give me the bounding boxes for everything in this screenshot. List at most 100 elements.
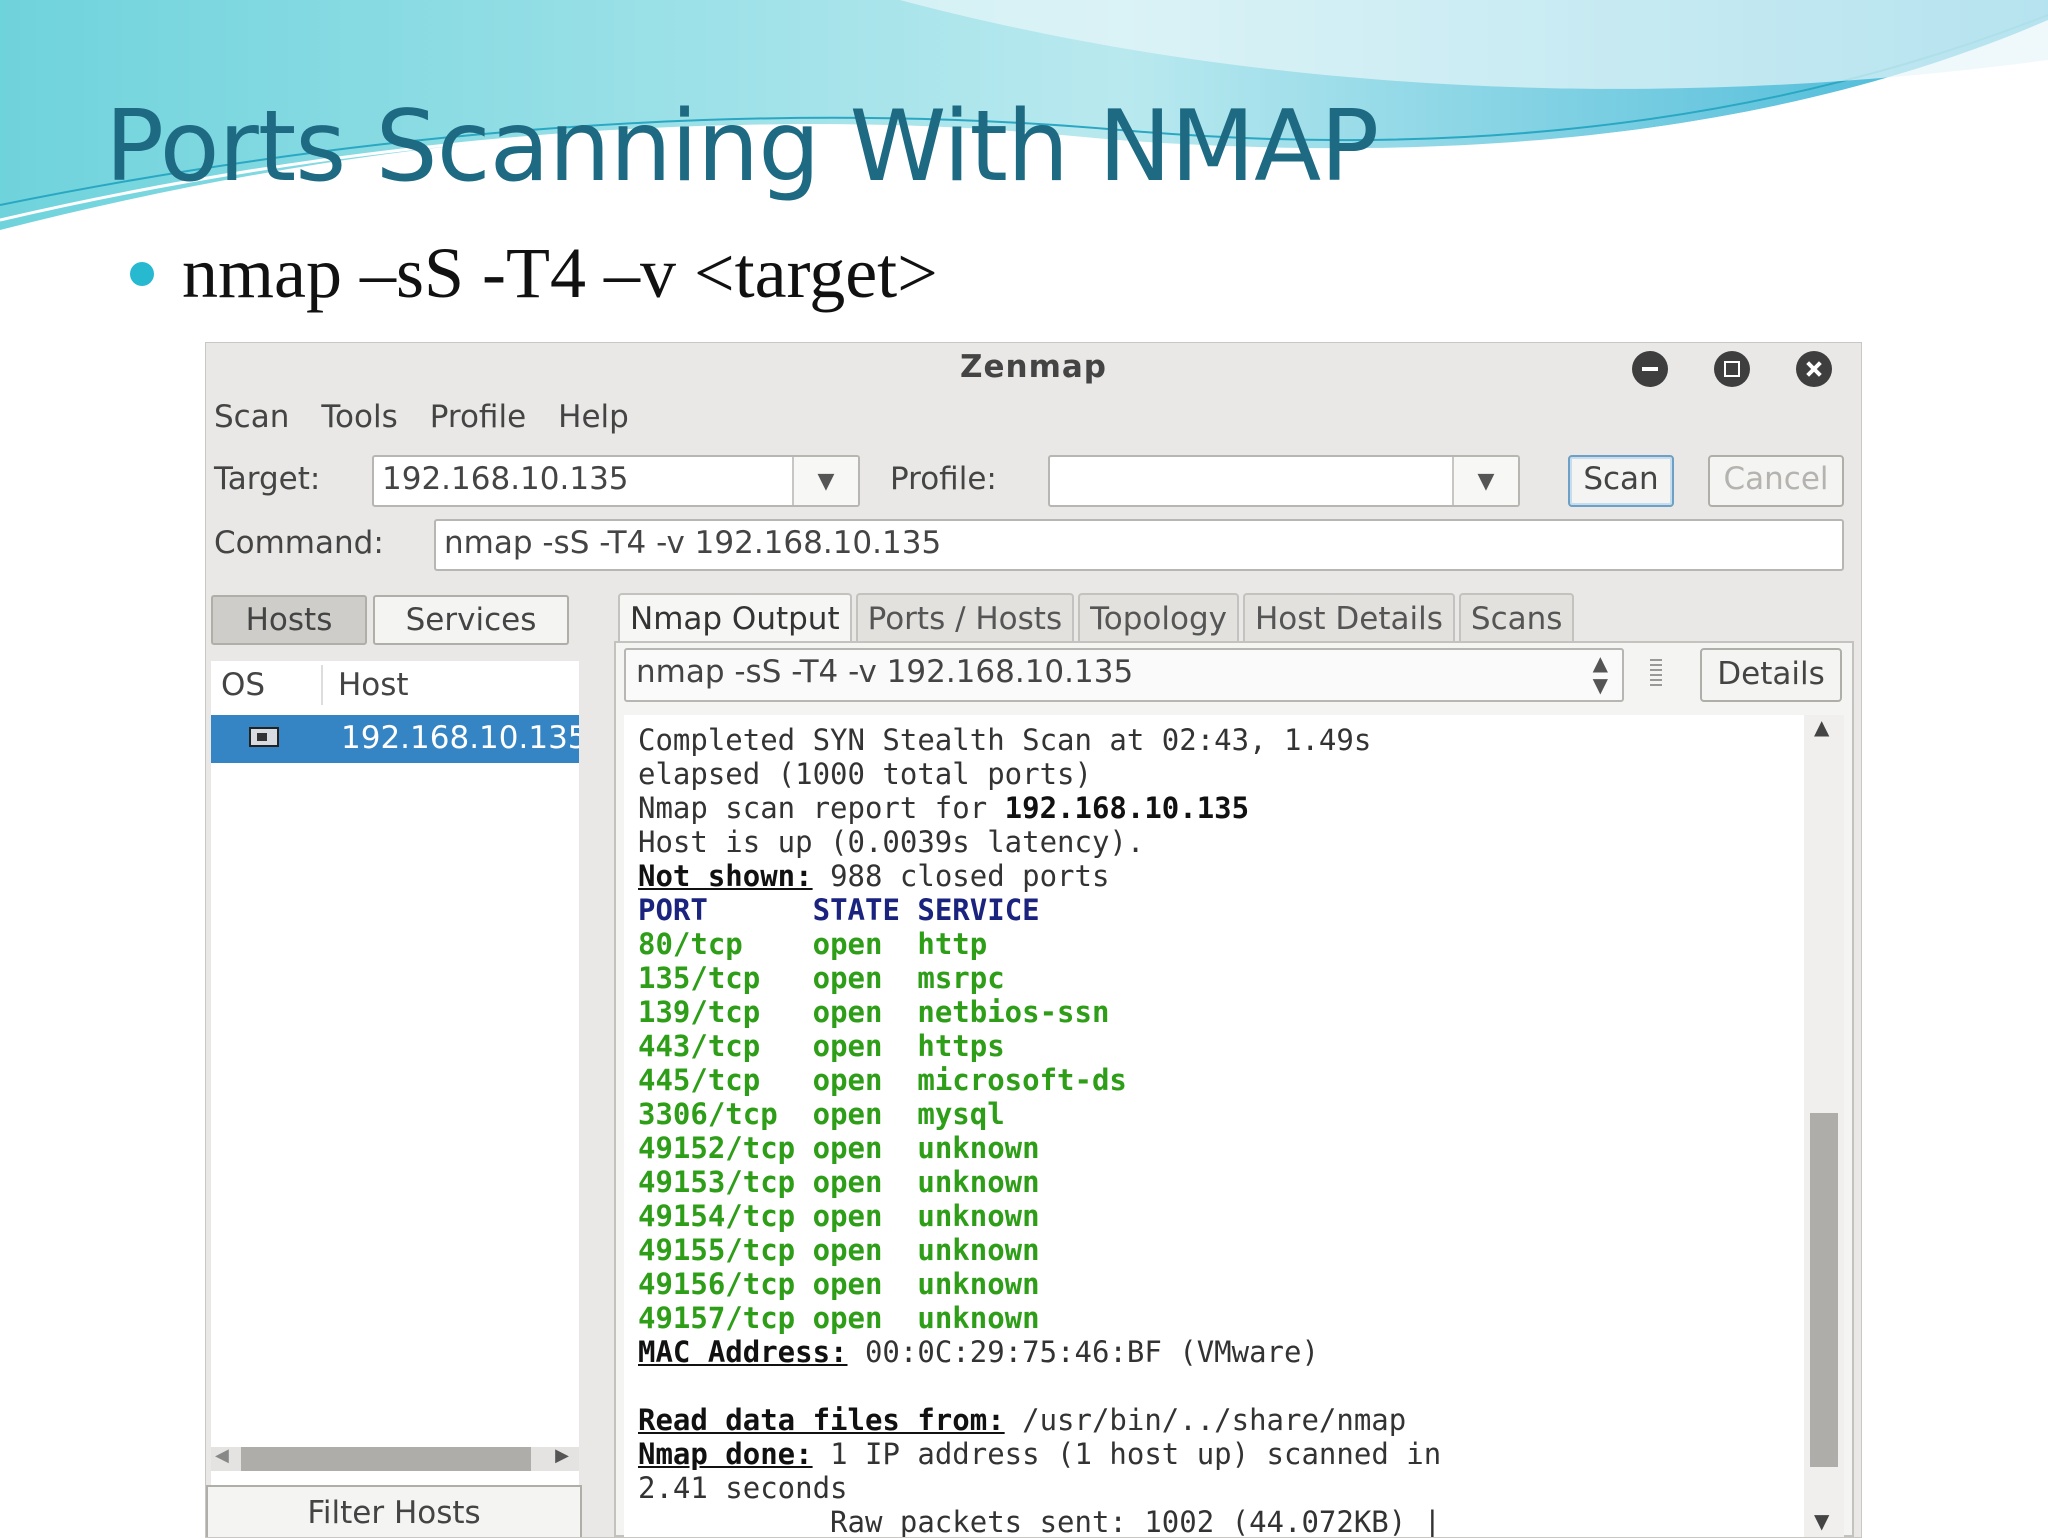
scroll-down-icon[interactable]: ▼ [1814, 1509, 1829, 1533]
tab-topology[interactable]: Topology [1078, 593, 1239, 643]
output-tabs: Nmap Output Ports / Hosts Topology Host … [618, 593, 1575, 643]
port-service: unknown [917, 1131, 1040, 1165]
port-number: 49153/tcp [638, 1165, 796, 1199]
host-list-header: OS Host [211, 661, 579, 709]
scan-button[interactable]: Scan [1568, 455, 1674, 507]
column-host[interactable]: Host [338, 667, 409, 703]
host-address: 192.168.10.135 [341, 720, 579, 756]
port-row: 49155/tcp open unknown [638, 1233, 1040, 1267]
target-combo[interactable]: 192.168.10.135 ▼ [372, 455, 860, 507]
port-state: open [812, 1063, 883, 1097]
host-list: OS Host 192.168.10.135 [211, 661, 579, 1491]
output-line: Raw packets sent: 1002 (44.072KB) | [638, 1505, 1442, 1537]
host-list-scrollbar[interactable]: ◀ ▶ [211, 1445, 579, 1471]
port-header: PORT [638, 893, 708, 927]
cancel-button[interactable]: Cancel [1708, 455, 1844, 507]
output-keyword: Nmap done: [638, 1437, 813, 1471]
scroll-up-icon[interactable]: ▲ [1814, 715, 1829, 739]
title-bar: Zenmap [206, 343, 1861, 393]
tab-ports-hosts[interactable]: Ports / Hosts [855, 593, 1075, 643]
output-keyword: Not shown: [638, 859, 813, 893]
output-line: /usr/bin/../share/nmap [1004, 1403, 1407, 1437]
scroll-left-icon[interactable]: ◀ [215, 1445, 229, 1466]
bullet-text: nmap –sS -T4 –v <target> [182, 233, 938, 313]
profile-combo[interactable]: ▼ [1048, 455, 1520, 507]
port-row: 49153/tcp open unknown [638, 1165, 1040, 1199]
service-header: SERVICE [917, 893, 1040, 927]
nmap-output-text[interactable]: Completed SYN Stealth Scan at 02:43, 1.4… [624, 715, 1804, 1537]
output-keyword: Read data files from: [638, 1403, 1005, 1437]
port-service: http [917, 927, 988, 961]
column-os[interactable]: OS [221, 667, 265, 703]
port-number: 49156/tcp [638, 1267, 796, 1301]
port-state: open [812, 1199, 883, 1233]
scrollbar-thumb[interactable] [1810, 1113, 1838, 1467]
output-line: Completed SYN Stealth Scan at 02:43, 1.4… [638, 723, 1372, 757]
close-icon[interactable] [1796, 351, 1832, 387]
slide-title: Ports Scanning With NMAP [105, 90, 1379, 204]
minimize-icon[interactable] [1632, 351, 1668, 387]
output-ip: 192.168.10.135 [1004, 791, 1250, 825]
port-state: open [812, 995, 883, 1029]
state-header: STATE [812, 893, 900, 927]
port-state: open [812, 1131, 883, 1165]
scroll-right-icon[interactable]: ▶ [555, 1445, 569, 1466]
bullet-item: nmap –sS -T4 –v <target> [130, 232, 938, 315]
port-row: 445/tcp open microsoft-ds [638, 1063, 1127, 1097]
output-line: 00:0C:29:75:46:BF (VMware) [847, 1335, 1319, 1369]
port-number: 80/tcp [638, 927, 743, 961]
port-row: 3306/tcp open mysql [638, 1097, 1005, 1131]
hosts-toggle[interactable]: Hosts [211, 595, 367, 645]
port-row: 49152/tcp open unknown [638, 1131, 1040, 1165]
port-number: 3306/tcp [638, 1097, 778, 1131]
maximize-icon[interactable] [1714, 351, 1750, 387]
target-value: 192.168.10.135 [382, 461, 629, 497]
port-service: unknown [917, 1267, 1040, 1301]
profile-dropdown-icon[interactable]: ▼ [1452, 457, 1518, 505]
filter-hosts-button[interactable]: Filter Hosts [206, 1485, 582, 1537]
services-toggle[interactable]: Services [373, 595, 569, 645]
port-row: 443/tcp open https [638, 1029, 1005, 1063]
port-state: open [812, 927, 883, 961]
port-service: microsoft-ds [917, 1063, 1127, 1097]
menu-scan[interactable]: Scan [214, 399, 289, 435]
port-row: 49154/tcp open unknown [638, 1199, 1040, 1233]
computer-icon [249, 727, 279, 747]
port-state: open [812, 1165, 883, 1199]
tab-host-details[interactable]: Host Details [1243, 593, 1455, 643]
port-state: open [812, 1097, 883, 1131]
command-input[interactable]: nmap -sS -T4 -v 192.168.10.135 [434, 519, 1844, 571]
output-scrollbar[interactable]: ▲ ▼ [1804, 715, 1844, 1537]
scrollbar-thumb[interactable] [241, 1447, 531, 1471]
output-keyword: MAC Address: [638, 1335, 848, 1369]
target-label: Target: [214, 461, 321, 497]
port-service: unknown [917, 1233, 1040, 1267]
bullet-dot-icon [130, 261, 154, 286]
port-service: netbios-ssn [917, 995, 1110, 1029]
port-number: 443/tcp [638, 1029, 761, 1063]
port-state: open [812, 1301, 883, 1335]
menu-profile[interactable]: Profile [430, 399, 526, 435]
output-line: Host is up (0.0039s latency). [638, 825, 1145, 859]
menu-help[interactable]: Help [558, 399, 629, 435]
port-number: 49152/tcp [638, 1131, 796, 1165]
menu-bar: Scan Tools Profile Help [214, 399, 629, 435]
zenmap-window: Zenmap Scan Tools Profile Help Target: 1… [205, 342, 1862, 1538]
output-line: Nmap scan report for [638, 791, 1005, 825]
port-row: 139/tcp open netbios-ssn [638, 995, 1109, 1029]
port-service: msrpc [917, 961, 1005, 995]
port-number: 139/tcp [638, 995, 761, 1029]
scan-select-combo[interactable]: nmap -sS -T4 -v 192.168.10.135 ▲ ▼ [624, 648, 1624, 702]
profile-label: Profile: [890, 461, 997, 497]
target-dropdown-icon[interactable]: ▼ [792, 457, 858, 505]
tab-nmap-output[interactable]: Nmap Output [618, 593, 852, 643]
port-row: 49157/tcp open unknown [638, 1301, 1040, 1335]
tab-scans[interactable]: Scans [1458, 593, 1575, 643]
menu-tools[interactable]: Tools [321, 399, 397, 435]
host-row-selected[interactable]: 192.168.10.135 [211, 715, 579, 763]
output-line: 1 IP address (1 host up) scanned in [812, 1437, 1442, 1471]
spin-arrows-icon[interactable]: ▲ ▼ [1593, 652, 1608, 696]
port-row: 135/tcp open msrpc [638, 961, 1005, 995]
port-service: unknown [917, 1301, 1040, 1335]
details-button[interactable]: Details [1700, 648, 1842, 702]
